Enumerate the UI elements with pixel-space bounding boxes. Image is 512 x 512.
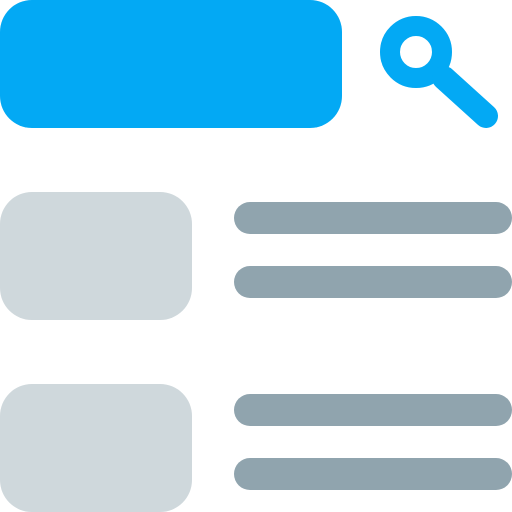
search-results-screen	[0, 0, 512, 512]
thumbnail-image	[0, 384, 192, 512]
text-line	[234, 202, 512, 234]
search-icon-handle	[432, 66, 498, 128]
search-icon-lens	[380, 16, 452, 88]
text-line	[234, 394, 512, 426]
text-line	[234, 266, 512, 298]
thumbnail-image	[0, 192, 192, 320]
list-item[interactable]	[0, 384, 512, 512]
search-icon[interactable]	[380, 16, 512, 132]
text-line	[234, 458, 512, 490]
list-item[interactable]	[0, 192, 512, 320]
search-bar[interactable]	[0, 0, 342, 128]
